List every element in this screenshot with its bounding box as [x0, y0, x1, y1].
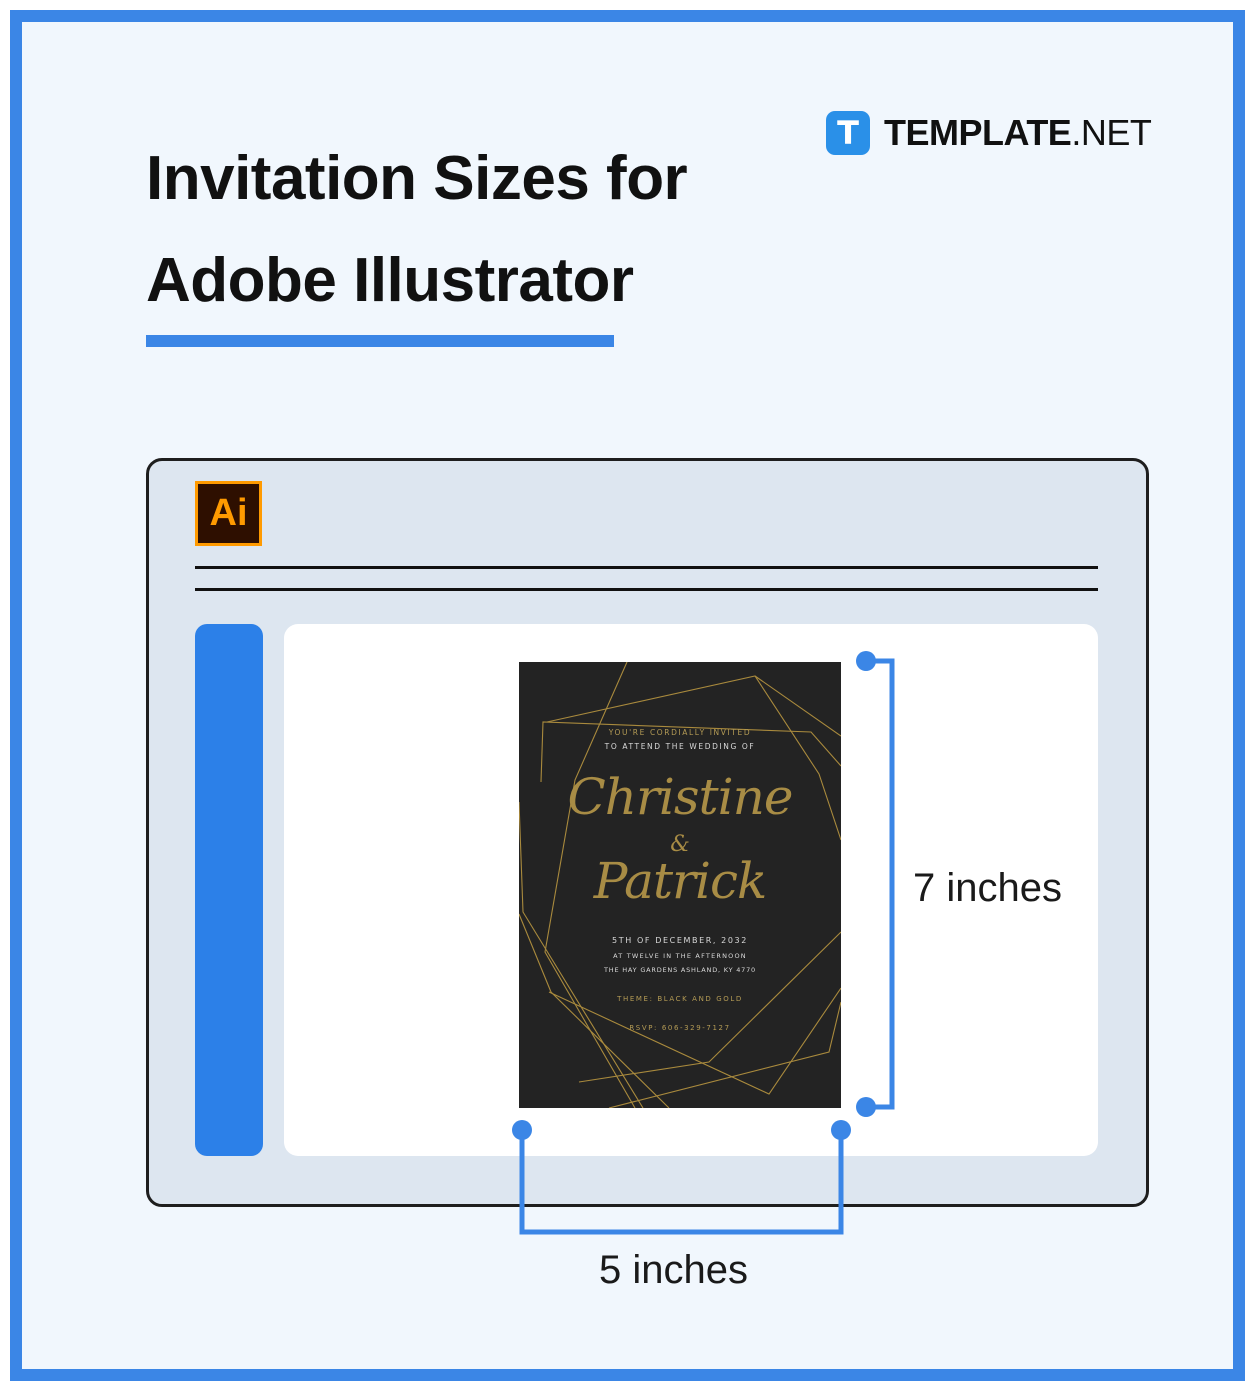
width-label: 5 inches — [599, 1248, 748, 1292]
width-bracket — [512, 1120, 851, 1235]
height-label: 7 inches — [913, 866, 1062, 910]
height-bracket — [856, 651, 895, 1117]
dimension-brackets — [512, 651, 895, 1235]
